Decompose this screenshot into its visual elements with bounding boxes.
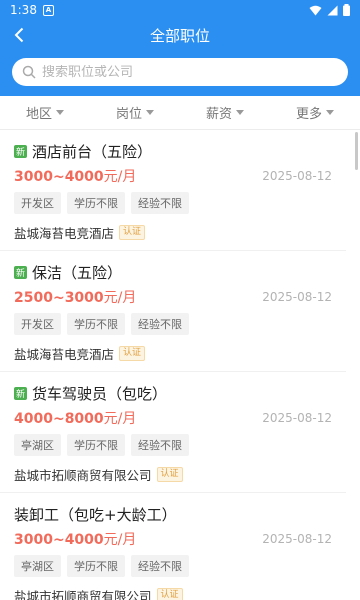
salary-unit: 元/月 [103, 290, 137, 306]
job-card[interactable]: 新 酒店前台（五险） 3000~4000元/月 2025-08-12 开发区 学… [0, 130, 346, 251]
salary-range: 3000~4000 [14, 169, 104, 185]
job-salary: 3000~4000元/月 [14, 166, 136, 186]
job-title: 货车驾驶员（包吃） [32, 384, 168, 403]
filter-bar: 地区 岗位 薪资 更多 [0, 96, 360, 130]
search-box[interactable] [12, 58, 348, 86]
back-button[interactable] [8, 23, 30, 47]
post-date: 2025-08-12 [262, 290, 332, 304]
salary-unit: 元/月 [103, 411, 137, 427]
salary-unit: 元/月 [103, 169, 137, 185]
tag-region: 开发区 [14, 313, 61, 335]
new-badge: 新 [14, 265, 27, 279]
company-name: 盐城海苔电竞酒店 [14, 347, 115, 362]
filter-label: 更多 [295, 107, 322, 122]
tag-region: 亭湖区 [14, 434, 61, 456]
caret-down-icon [326, 110, 334, 115]
filter-region[interactable]: 地区 [0, 103, 90, 122]
tag-education: 学历不限 [67, 434, 125, 456]
tag-region: 开发区 [14, 192, 61, 214]
job-card[interactable]: 装卸工（包吃+大龄工） 3000~4000元/月 2025-08-12 亭湖区 … [0, 493, 346, 600]
scrollbar-thumb[interactable] [355, 132, 358, 170]
filter-position[interactable]: 岗位 [90, 103, 180, 122]
verified-badge: 认证 [156, 588, 183, 600]
chevron-left-icon [14, 27, 24, 43]
verified-badge: 认证 [119, 225, 146, 240]
company-name: 盐城海苔电竞酒店 [14, 226, 115, 241]
filter-label: 地区 [25, 107, 52, 122]
salary-unit: 元/月 [103, 532, 137, 548]
tag-education: 学历不限 [67, 555, 125, 577]
caret-down-icon [236, 110, 244, 115]
job-title: 装卸工（包吃+大龄工） [14, 505, 177, 524]
search-bar-container [0, 50, 360, 96]
salary-range: 2500~3000 [14, 290, 104, 306]
app-header: 全部职位 [0, 20, 360, 50]
company-name: 盐城市拓顺商贸有限公司 [14, 589, 152, 600]
filter-salary[interactable]: 薪资 [180, 103, 270, 122]
filter-more[interactable]: 更多 [270, 103, 360, 122]
wifi-icon [309, 5, 322, 15]
status-bar: 1:38 A [0, 0, 360, 20]
tag-education: 学历不限 [67, 313, 125, 335]
salary-range: 4000~8000 [14, 411, 104, 427]
job-salary: 3000~4000元/月 [14, 529, 136, 549]
job-title: 保洁（五险） [32, 263, 123, 282]
tag-experience: 经验不限 [131, 434, 189, 456]
page-title: 全部职位 [149, 26, 210, 45]
post-date: 2025-08-12 [262, 169, 332, 183]
tag-experience: 经验不限 [131, 192, 189, 214]
tag-experience: 经验不限 [131, 555, 189, 577]
tag-experience: 经验不限 [131, 313, 189, 335]
tag-education: 学历不限 [67, 192, 125, 214]
new-badge: 新 [14, 144, 27, 158]
filter-label: 薪资 [205, 107, 232, 122]
post-date: 2025-08-12 [262, 411, 332, 425]
caret-down-icon [56, 110, 64, 115]
status-time: 1:38 [10, 3, 37, 17]
job-salary: 2500~3000元/月 [14, 287, 136, 307]
search-input[interactable] [42, 64, 338, 80]
company-name: 盐城市拓顺商贸有限公司 [14, 468, 152, 483]
caret-down-icon [146, 110, 154, 115]
job-card[interactable]: 新 货车驾驶员（包吃） 4000~8000元/月 2025-08-12 亭湖区 … [0, 372, 346, 493]
verified-badge: 认证 [156, 467, 183, 482]
job-list[interactable]: 新 酒店前台（五险） 3000~4000元/月 2025-08-12 开发区 学… [0, 130, 360, 600]
signal-icon [327, 5, 338, 15]
job-salary: 4000~8000元/月 [14, 408, 136, 428]
job-title: 酒店前台（五险） [32, 142, 153, 161]
new-badge: 新 [14, 386, 27, 400]
search-icon [22, 65, 36, 79]
filter-label: 岗位 [115, 107, 142, 122]
tag-region: 亭湖区 [14, 555, 61, 577]
salary-range: 3000~4000 [14, 532, 104, 548]
app-notification-icon: A [42, 4, 54, 16]
verified-badge: 认证 [119, 346, 146, 361]
post-date: 2025-08-12 [262, 532, 332, 546]
battery-icon [343, 4, 350, 16]
job-card[interactable]: 新 保洁（五险） 2500~3000元/月 2025-08-12 开发区 学历不… [0, 251, 346, 372]
